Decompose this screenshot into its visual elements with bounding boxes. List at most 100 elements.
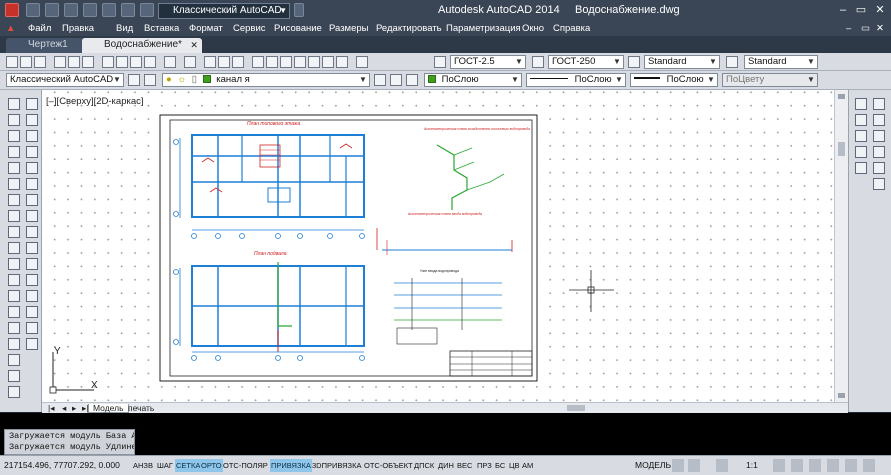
- layer-previous-icon[interactable]: [390, 74, 402, 86]
- menu-view[interactable]: Вид: [116, 22, 133, 36]
- sheet-set-icon[interactable]: [308, 56, 320, 68]
- trim-icon[interactable]: [26, 242, 38, 254]
- properties-icon[interactable]: [266, 56, 278, 68]
- copy-icon[interactable]: [116, 56, 128, 68]
- explode-icon[interactable]: [26, 338, 38, 350]
- horizontal-scroll-thumb[interactable]: [567, 405, 585, 411]
- zoom-realtime-icon[interactable]: [218, 56, 230, 68]
- status-ducs[interactable]: ДПСК: [413, 459, 435, 472]
- fillet-icon[interactable]: [26, 322, 38, 334]
- dim-ordinate-icon[interactable]: [855, 146, 867, 158]
- spline-icon[interactable]: [8, 226, 20, 238]
- point-icon[interactable]: [8, 306, 20, 318]
- open-icon[interactable]: [20, 56, 32, 68]
- zoom-previous-icon[interactable]: [252, 56, 264, 68]
- minimize-button[interactable]: –: [834, 2, 852, 18]
- workspace-switcher[interactable]: Классический AutoCAD ▼: [158, 3, 290, 19]
- insert-block-icon[interactable]: [8, 274, 20, 286]
- linetype-select[interactable]: ПоСлою ▼: [526, 73, 626, 87]
- mirror-icon[interactable]: [26, 130, 38, 142]
- menu-tools[interactable]: Сервис: [233, 22, 266, 36]
- isolate-objects-icon[interactable]: [845, 459, 857, 472]
- break-icon[interactable]: [26, 274, 38, 286]
- status-snap-infer[interactable]: АНЗВ: [132, 459, 154, 472]
- settings-icon[interactable]: [128, 74, 140, 86]
- region-icon[interactable]: [8, 354, 20, 366]
- close-button[interactable]: ✕: [871, 2, 889, 18]
- status-osnap[interactable]: ПРИВЯЗКА: [270, 459, 312, 472]
- menu-parametric[interactable]: Параметризация: [446, 22, 521, 36]
- dim-arc-icon[interactable]: [855, 130, 867, 142]
- zoom-scale-icon[interactable]: [873, 146, 885, 158]
- pan-icon[interactable]: [204, 56, 216, 68]
- preview-icon[interactable]: [68, 56, 80, 68]
- array-icon[interactable]: [26, 162, 38, 174]
- tab-drawing1[interactable]: Чертеж1: [6, 38, 88, 53]
- dim-linear-icon[interactable]: [855, 98, 867, 110]
- quick-view-layouts-icon[interactable]: [672, 459, 684, 472]
- viewport-controls[interactable]: [–][Сверху][2D-каркас]: [46, 96, 144, 107]
- scale-icon[interactable]: [26, 210, 38, 222]
- quick-view-drawings-icon[interactable]: [688, 459, 700, 472]
- menu-minimize-icon[interactable]: –: [846, 22, 851, 36]
- undo-icon[interactable]: [121, 3, 135, 17]
- status-annomonitor[interactable]: АМ: [521, 459, 534, 472]
- menu-help[interactable]: Справка: [553, 22, 590, 36]
- layout-tab-model[interactable]: Модель: [88, 404, 129, 413]
- menu-restore-icon[interactable]: ▭: [861, 22, 870, 36]
- lock-icon[interactable]: [809, 459, 821, 472]
- extend-icon[interactable]: [26, 258, 38, 270]
- dim-radius-icon[interactable]: [855, 162, 867, 174]
- status-grid[interactable]: СЕТКА: [175, 459, 202, 472]
- polygon-icon[interactable]: [8, 146, 20, 158]
- save-as-icon[interactable]: [83, 3, 97, 17]
- hardware-acceleration-icon[interactable]: [827, 459, 839, 472]
- chamfer-icon[interactable]: [26, 306, 38, 318]
- command-history[interactable]: Загружается модуль База А Загружается мо…: [4, 429, 135, 455]
- annotation-scale-value[interactable]: 1:1: [746, 459, 758, 472]
- quick-access-dropdown-icon[interactable]: [294, 3, 304, 17]
- construction-line-icon[interactable]: [8, 114, 20, 126]
- markup-icon[interactable]: [322, 56, 334, 68]
- redo-icon[interactable]: [140, 3, 154, 17]
- vertical-scrollbar[interactable]: [834, 90, 848, 402]
- layer-select[interactable]: ● ☼ ▯ канал я ▼: [162, 73, 370, 87]
- menu-draw[interactable]: Рисование: [274, 22, 322, 36]
- layer-properties-icon[interactable]: [144, 74, 156, 86]
- status-otrack[interactable]: ОТС-ОБЪЕКТ: [363, 459, 414, 472]
- move-icon[interactable]: [26, 178, 38, 190]
- zoom-out-icon[interactable]: [873, 114, 885, 126]
- publish-icon[interactable]: [82, 56, 94, 68]
- text-style-select[interactable]: ГОСТ-2.5 ▼: [450, 55, 526, 69]
- quickcalc-icon[interactable]: [336, 56, 348, 68]
- gradient-icon[interactable]: [8, 338, 20, 350]
- new-icon[interactable]: [26, 3, 40, 17]
- offset-icon[interactable]: [26, 146, 38, 158]
- circle-icon[interactable]: [8, 194, 20, 206]
- menu-window[interactable]: Окно: [522, 22, 544, 36]
- rotate-icon[interactable]: [26, 194, 38, 206]
- zoom-in-icon[interactable]: [873, 98, 885, 110]
- print-icon[interactable]: [54, 56, 66, 68]
- app-menu-icon[interactable]: [5, 3, 19, 17]
- new-icon[interactable]: [6, 56, 18, 68]
- stretch-icon[interactable]: [26, 226, 38, 238]
- redo-icon[interactable]: [184, 56, 196, 68]
- zoom-object-icon[interactable]: [873, 178, 885, 190]
- revision-cloud-icon[interactable]: [8, 210, 20, 222]
- status-polar[interactable]: ОТС-ПОЛЯР: [222, 459, 269, 472]
- line-icon[interactable]: [8, 98, 20, 110]
- match-properties-icon[interactable]: [144, 56, 156, 68]
- dim-style-select[interactable]: ГОСТ-250 ▼: [548, 55, 624, 69]
- rectangle-icon[interactable]: [8, 162, 20, 174]
- mleader-style-select[interactable]: Standard ▼: [744, 55, 818, 69]
- close-icon[interactable]: ✕: [190, 38, 198, 52]
- join-icon[interactable]: [26, 290, 38, 302]
- status-transparency[interactable]: ПРЗ: [476, 459, 493, 472]
- drawing-canvas[interactable]: План типового этажа План подвала Аксоном…: [42, 90, 848, 402]
- zoom-extents-icon[interactable]: [873, 130, 885, 142]
- design-center-icon[interactable]: [280, 56, 292, 68]
- zoom-center-icon[interactable]: [873, 162, 885, 174]
- menu-format[interactable]: Формат: [189, 22, 223, 36]
- menu-modify[interactable]: Редактировать: [376, 22, 442, 36]
